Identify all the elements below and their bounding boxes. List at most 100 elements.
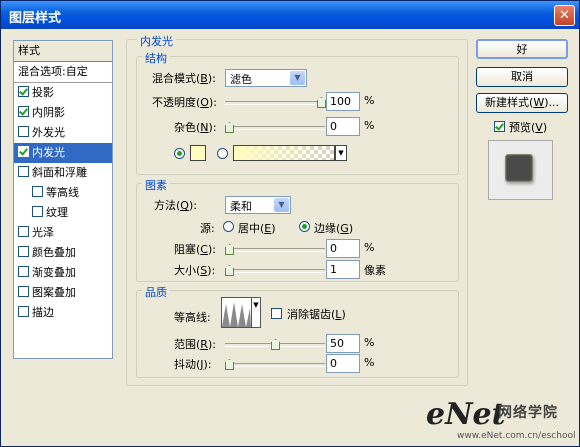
style-checkbox[interactable] <box>18 286 29 297</box>
source-edge-label[interactable]: 边缘(G) <box>314 220 353 236</box>
style-list-item-label: 纹理 <box>46 206 68 219</box>
style-list-header[interactable]: 样式 <box>14 41 112 62</box>
style-checkbox[interactable] <box>18 166 29 177</box>
style-list-item[interactable]: 光泽 <box>14 223 112 243</box>
range-slider-thumb[interactable] <box>271 339 280 350</box>
anti-alias-checkbox[interactable] <box>271 308 282 319</box>
style-list-items: 混合选项:自定投影内阴影外发光内发光斜面和浮雕等高线纹理光泽颜色叠加渐变叠加图案… <box>14 62 112 323</box>
size-slider-track <box>225 269 325 273</box>
style-checkbox[interactable] <box>18 246 29 257</box>
jitter-slider[interactable] <box>225 359 325 370</box>
size-label: 大小(S): <box>174 264 216 277</box>
chevron-down-icon: ▼ <box>274 198 289 212</box>
style-list-item-label: 渐变叠加 <box>32 266 76 279</box>
style-checkbox[interactable] <box>18 86 29 97</box>
preview-checkbox[interactable] <box>494 121 505 132</box>
choke-percent: % <box>364 241 375 254</box>
style-list-item-label: 外发光 <box>32 126 65 139</box>
new-style-button[interactable]: 新建样式(W)... <box>476 93 568 113</box>
style-list-item[interactable]: 混合选项:自定 <box>14 62 112 83</box>
style-list-item[interactable]: 渐变叠加 <box>14 263 112 283</box>
jitter-slider-track <box>225 363 325 367</box>
gradient-dropdown-icon[interactable]: ▼ <box>335 145 347 161</box>
anti-alias-label[interactable]: 消除锯齿(L) <box>287 306 346 322</box>
gradient-swatch[interactable] <box>233 145 335 161</box>
gradient-radio[interactable] <box>217 148 228 159</box>
style-list-item[interactable]: 纹理 <box>14 203 112 223</box>
contour-label: 等高线: <box>174 311 211 324</box>
jitter-input[interactable]: 0 <box>326 354 360 373</box>
style-list-item-label: 斜面和浮雕 <box>32 166 87 179</box>
preview-label[interactable]: 预览(V) <box>509 119 547 135</box>
size-slider-thumb[interactable] <box>225 265 234 276</box>
style-checkbox[interactable] <box>32 206 43 217</box>
technique-value: 柔和 <box>230 200 252 213</box>
elements-title: 图素 <box>142 177 170 193</box>
blend-mode-value: 滤色 <box>230 73 252 86</box>
cancel-button[interactable]: 取消 <box>476 67 568 87</box>
range-percent: % <box>364 336 375 349</box>
style-list-item-label: 内发光 <box>32 146 65 159</box>
style-list-item[interactable]: 内发光 <box>14 143 112 163</box>
opacity-slider-thumb[interactable] <box>317 97 326 108</box>
style-list-item-label: 光泽 <box>32 226 54 239</box>
choke-label: 阻塞(C): <box>174 243 216 256</box>
solid-color-radio[interactable] <box>174 148 185 159</box>
opacity-slider[interactable] <box>225 97 326 108</box>
style-checkbox[interactable] <box>18 106 29 117</box>
style-list-item-label: 图案叠加 <box>32 286 76 299</box>
style-checkbox[interactable] <box>18 306 29 317</box>
noise-slider[interactable] <box>225 122 325 133</box>
range-slider[interactable] <box>225 339 325 350</box>
ok-button[interactable]: 好 <box>476 39 568 59</box>
contour-preview[interactable] <box>221 297 252 328</box>
title-bar[interactable]: 图层样式 ✕ <box>1 1 579 29</box>
style-list-item[interactable]: 颜色叠加 <box>14 243 112 263</box>
style-preview <box>488 140 553 200</box>
style-list-item[interactable]: 图案叠加 <box>14 283 112 303</box>
noise-slider-thumb[interactable] <box>225 122 234 133</box>
opacity-label: 不透明度(O): <box>152 96 217 109</box>
style-list-item[interactable]: 等高线 <box>14 183 112 203</box>
chevron-down-icon: ▼ <box>290 71 305 85</box>
style-checkbox[interactable] <box>18 226 29 237</box>
size-input[interactable]: 1 <box>326 260 360 279</box>
style-list-item[interactable]: 描边 <box>14 303 112 323</box>
style-checkbox[interactable] <box>18 146 29 157</box>
contour-dropdown-icon[interactable]: ▼ <box>252 297 261 328</box>
style-list-item-label: 混合选项:自定 <box>18 65 88 78</box>
opacity-input[interactable]: 100 <box>326 92 360 111</box>
close-button[interactable]: ✕ <box>554 5 575 26</box>
style-list-item[interactable]: 斜面和浮雕 <box>14 163 112 183</box>
style-checkbox[interactable] <box>18 266 29 277</box>
style-list: 样式 混合选项:自定投影内阴影外发光内发光斜面和浮雕等高线纹理光泽颜色叠加渐变叠… <box>13 40 113 359</box>
choke-input[interactable]: 0 <box>326 239 360 258</box>
preview-swatch <box>505 154 533 182</box>
source-center-radio[interactable] <box>223 221 234 232</box>
size-slider[interactable] <box>225 265 325 276</box>
watermark-brand: eNet <box>426 397 506 432</box>
noise-label: 杂色(N): <box>174 121 217 134</box>
structure-group: 结构 混合模式(B): 滤色 ▼ 不透明度(O): 100 % 杂色(N): 0… <box>136 50 459 175</box>
source-label: 源: <box>200 222 215 235</box>
glow-color-swatch[interactable] <box>190 145 206 161</box>
dialog-body: 样式 混合选项:自定投影内阴影外发光内发光斜面和浮雕等高线纹理光泽颜色叠加渐变叠… <box>1 29 579 446</box>
style-list-item[interactable]: 投影 <box>14 83 112 103</box>
blend-mode-select[interactable]: 滤色 ▼ <box>225 69 307 87</box>
source-center-label[interactable]: 居中(E) <box>238 220 276 236</box>
choke-slider[interactable] <box>225 244 325 255</box>
range-input[interactable]: 50 <box>326 334 360 353</box>
style-list-item-label: 内阴影 <box>32 106 65 119</box>
style-list-item[interactable]: 内阴影 <box>14 103 112 123</box>
style-list-item-label: 颜色叠加 <box>32 246 76 259</box>
noise-input[interactable]: 0 <box>326 117 360 136</box>
choke-slider-thumb[interactable] <box>225 244 234 255</box>
style-list-item-label: 描边 <box>32 306 54 319</box>
jitter-label: 抖动(J): <box>174 358 212 371</box>
source-edge-radio[interactable] <box>299 221 310 232</box>
technique-select[interactable]: 柔和 ▼ <box>225 196 291 214</box>
style-list-item[interactable]: 外发光 <box>14 123 112 143</box>
style-checkbox[interactable] <box>18 126 29 137</box>
style-checkbox[interactable] <box>32 186 43 197</box>
jitter-slider-thumb[interactable] <box>225 359 234 370</box>
